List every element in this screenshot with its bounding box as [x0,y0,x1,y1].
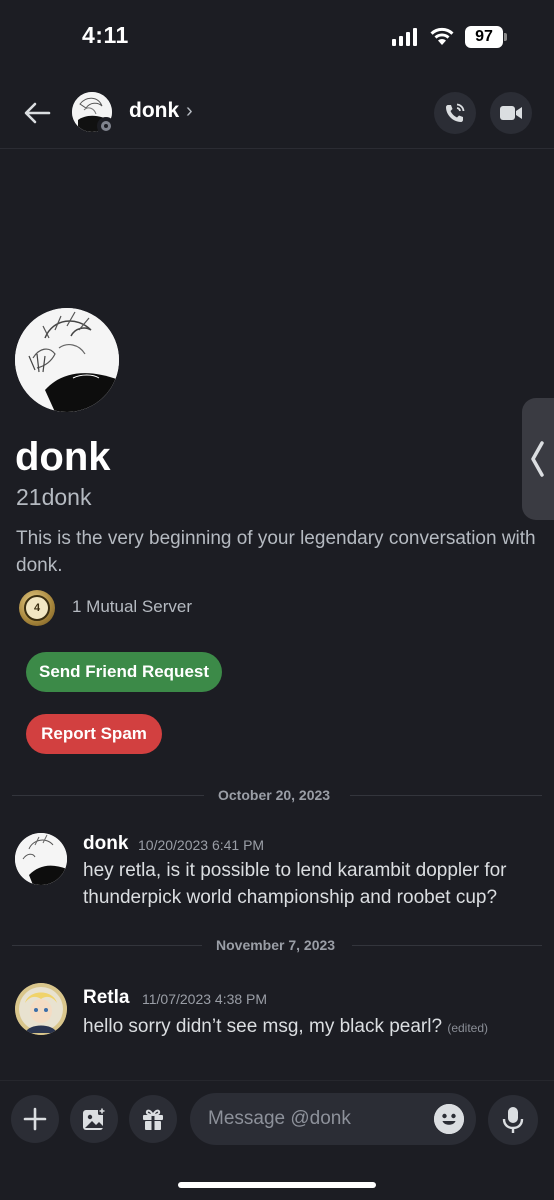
video-camera-icon [500,106,522,120]
chevron-right-icon[interactable]: › [186,100,193,123]
gift-button[interactable] [129,1095,177,1143]
message-text[interactable]: hey retla, is it possible to lend karamb… [83,857,543,911]
message-avatar-retla[interactable] [15,983,67,1035]
phone-icon [446,103,465,122]
home-indicator[interactable] [178,1182,376,1188]
message-input[interactable] [208,1093,428,1145]
message-body: hello sorry didn’t see msg, my black pea… [83,1016,443,1037]
conversation-intro-text: This is the very beginning of your legen… [16,528,536,576]
profile-display-name: donk [15,435,111,479]
message-timestamp: 10/20/2023 6:41 PM [138,837,265,853]
mutual-server-icon[interactable]: 4 [19,590,55,626]
cellular-signal-icon [392,28,417,46]
message-timestamp: 11/07/2023 4:38 PM [142,991,268,1007]
report-spam-button[interactable]: Report Spam [26,714,162,754]
plus-icon [23,1107,47,1131]
date-divider-label: October 20, 2023 [218,787,331,803]
mutual-servers-link[interactable]: 1 Mutual Server [72,597,192,617]
add-attachment-button[interactable] [11,1095,59,1143]
date-divider-line [350,795,542,796]
voice-call-button[interactable] [434,92,476,134]
battery-tip [504,33,507,41]
date-divider-label: November 7, 2023 [216,937,336,953]
date-divider-line [12,795,204,796]
emoji-button[interactable] [434,1104,464,1134]
profile-avatar[interactable] [15,308,119,412]
battery-indicator: 97 [465,26,503,48]
message-author[interactable]: Retla [83,987,129,1009]
message-avatar-donk[interactable] [15,833,67,885]
edited-label: (edited) [447,1021,489,1035]
wifi-icon [429,26,455,51]
back-button[interactable] [20,96,54,130]
chevron-left-icon [531,441,544,477]
member-list-drawer-handle[interactable] [522,398,554,520]
gift-icon [143,1109,163,1130]
header-username[interactable]: donk [129,99,179,123]
image-picker-button[interactable] [70,1095,118,1143]
message-composer[interactable] [190,1093,476,1145]
voice-message-button[interactable] [488,1095,538,1145]
video-call-button[interactable] [490,92,532,134]
status-time: 4:11 [82,22,129,48]
date-divider-line [12,945,202,946]
server-badge-text: 4 [24,595,50,621]
smiley-face-icon [434,1104,464,1134]
arrow-left-icon [24,102,51,124]
header-divider [0,148,554,149]
profile-username: 21donk [16,484,92,510]
microphone-icon [502,1107,524,1133]
offline-status-icon [97,117,115,135]
composer-divider [0,1080,554,1081]
message-author[interactable]: donk [83,833,128,855]
send-friend-request-button[interactable]: Send Friend Request [26,652,222,692]
message-text[interactable]: hello sorry didn’t see msg, my black pea… [83,1013,543,1042]
image-icon [83,1107,106,1130]
date-divider-line [352,945,542,946]
